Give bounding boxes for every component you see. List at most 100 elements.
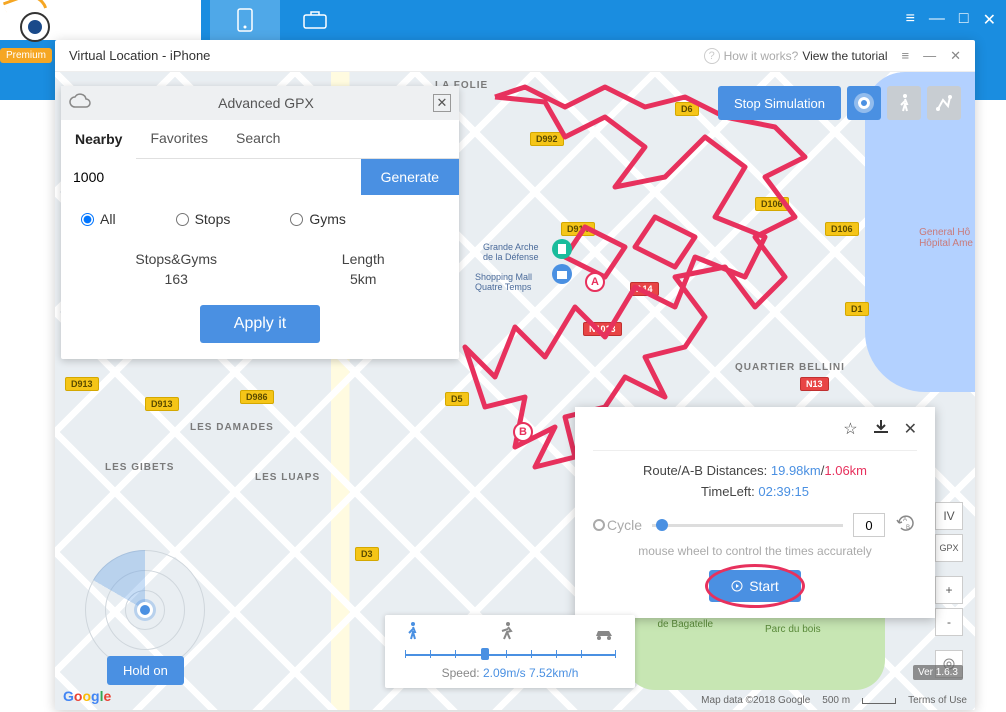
- distance-input[interactable]: [61, 159, 361, 195]
- speed-readout: Speed: 2.09m/s 7.52km/h: [397, 666, 623, 680]
- speed-widget: Speed: 2.09m/s 7.52km/h: [385, 615, 635, 688]
- speed-slider[interactable]: [405, 648, 615, 660]
- cloud-icon[interactable]: [69, 93, 91, 114]
- tab-nearby[interactable]: Nearby: [61, 121, 136, 159]
- view-tutorial-link[interactable]: View the tutorial: [802, 49, 887, 63]
- cycle-icon: [593, 519, 605, 531]
- length-label: Length: [342, 251, 385, 267]
- advanced-gpx-panel: Advanced GPX ✕ Nearby Favorites Search G…: [61, 86, 459, 359]
- vl-minimize-button[interactable]: —: [923, 48, 936, 63]
- generate-button[interactable]: Generate: [361, 159, 459, 195]
- map-side-toolbar: IV GPX + -: [935, 502, 963, 678]
- cycle-hint: mouse wheel to control the times accurat…: [593, 544, 917, 558]
- play-icon: [731, 580, 743, 592]
- outer-window-controls: ≡ — □ ✕: [906, 10, 996, 30]
- gpx-stats: Stops&Gyms 163 Length 5km: [73, 241, 447, 305]
- stops-gyms-value: 163: [135, 271, 217, 287]
- zoom-out-button[interactable]: -: [935, 608, 963, 636]
- map-area[interactable]: LA FOLIE LES DAMADES LES GIBETS LES LUAP…: [55, 72, 975, 710]
- time-left: 02:39:15: [758, 484, 809, 499]
- map-action-bar: Stop Simulation: [718, 86, 961, 120]
- map-label-gibets: LES GIBETS: [105, 462, 174, 473]
- vl-title: Virtual Location - iPhone: [69, 48, 210, 63]
- favorite-button[interactable]: ☆: [843, 419, 857, 440]
- tab-toolbox-icon[interactable]: [280, 0, 350, 40]
- radio-gyms[interactable]: Gyms: [290, 211, 346, 227]
- gpx-header: Advanced GPX ✕: [61, 86, 459, 120]
- cycle-count-input[interactable]: [853, 513, 885, 537]
- outer-close-button[interactable]: ✕: [983, 10, 996, 30]
- gpx-close-button[interactable]: ✕: [433, 94, 451, 112]
- how-it-works-label: How it works?: [724, 49, 799, 63]
- svg-text:A: A: [903, 517, 907, 523]
- map-attribution: Map data ©2018 Google: [701, 695, 810, 706]
- outer-titlebar: ≡ — □ ✕: [0, 0, 1006, 40]
- scale-bar: [862, 698, 896, 704]
- road-d913: D913: [65, 377, 99, 391]
- center-location-button[interactable]: [847, 86, 881, 120]
- tab-devices-icon[interactable]: [210, 0, 280, 40]
- vl-titlebar: Virtual Location - iPhone ? How it works…: [55, 40, 975, 72]
- radio-all[interactable]: All: [81, 211, 116, 227]
- poi-arche-icon: [550, 237, 574, 261]
- marker-a: A: [585, 272, 605, 292]
- outer-menu-button[interactable]: ≡: [906, 10, 915, 30]
- vl-menu-button[interactable]: ≡: [902, 48, 910, 63]
- tab-search[interactable]: Search: [222, 120, 294, 158]
- cycle-label: Cycle: [593, 517, 642, 533]
- download-route-button[interactable]: [872, 419, 890, 440]
- map-label-damades: LES DAMADES: [190, 422, 274, 433]
- pedestrian-icon: [896, 93, 912, 113]
- map-scale: 500 m: [822, 695, 850, 706]
- marker-b: B: [513, 422, 533, 442]
- road-d3: D3: [355, 547, 379, 561]
- close-popup-button[interactable]: ✕: [904, 419, 917, 440]
- outer-maximize-button[interactable]: □: [959, 10, 969, 30]
- svg-text:B: B: [906, 525, 910, 531]
- gpx-button[interactable]: GPX: [935, 534, 963, 562]
- walk-speed-icon[interactable]: [405, 621, 419, 646]
- app-frame: ≡ — □ ✕ Premium Virtual Location - iPhon…: [0, 0, 1006, 712]
- length-value: 5km: [342, 271, 385, 287]
- target-icon: [858, 97, 870, 109]
- iv-button[interactable]: IV: [935, 502, 963, 530]
- terms-link[interactable]: Terms of Use: [908, 695, 967, 706]
- ab-loop-icon: AB: [895, 513, 917, 533]
- route-mode-button[interactable]: [927, 86, 961, 120]
- app-logo: [10, 0, 60, 50]
- poi-shopping-icon: [550, 262, 574, 286]
- gpx-tabs: Nearby Favorites Search: [61, 120, 459, 159]
- tab-favorites[interactable]: Favorites: [136, 120, 222, 158]
- route-info-text: Route/A-B Distances: 19.98km/1.06km Time…: [593, 461, 917, 503]
- road-d986: D986: [240, 390, 274, 404]
- help-icon[interactable]: ?: [704, 48, 720, 64]
- premium-badge: Premium: [0, 48, 52, 63]
- apply-button[interactable]: Apply it: [200, 305, 320, 343]
- road-d913-2: D913: [145, 397, 179, 411]
- route-icon: [935, 94, 953, 112]
- zoom-in-button[interactable]: +: [935, 576, 963, 604]
- version-badge: Ver 1.6.3: [913, 665, 963, 680]
- route-info-popup: ☆ ✕ Route/A-B Distances: 19.98km/1.06km …: [575, 407, 935, 618]
- cycle-slider[interactable]: [652, 524, 843, 527]
- outer-minimize-button[interactable]: —: [929, 10, 945, 30]
- virtual-location-window: Virtual Location - iPhone ? How it works…: [55, 40, 975, 710]
- location-radar: [85, 550, 205, 670]
- drive-speed-icon[interactable]: [593, 625, 615, 646]
- gpx-title: Advanced GPX: [99, 95, 433, 111]
- reverse-route-button[interactable]: AB: [895, 513, 917, 538]
- map-label-hospital: General Hô Hôpital Ame: [919, 227, 973, 249]
- filter-radios: All Stops Gyms: [73, 207, 447, 241]
- stop-simulation-button[interactable]: Stop Simulation: [718, 86, 841, 120]
- radio-stops[interactable]: Stops: [176, 211, 231, 227]
- total-distance: 19.98km: [771, 463, 821, 478]
- map-label-luaps: LES LUAPS: [255, 472, 320, 483]
- map-footer: Map data ©2018 Google 500 m Terms of Use: [701, 695, 967, 706]
- download-icon: [872, 419, 890, 435]
- walk-mode-button[interactable]: [887, 86, 921, 120]
- vl-close-button[interactable]: ✕: [950, 48, 961, 64]
- start-button[interactable]: Start: [709, 570, 801, 602]
- hold-on-button[interactable]: Hold on: [107, 656, 184, 685]
- run-speed-icon[interactable]: [497, 621, 515, 646]
- google-logo: Google: [63, 688, 111, 704]
